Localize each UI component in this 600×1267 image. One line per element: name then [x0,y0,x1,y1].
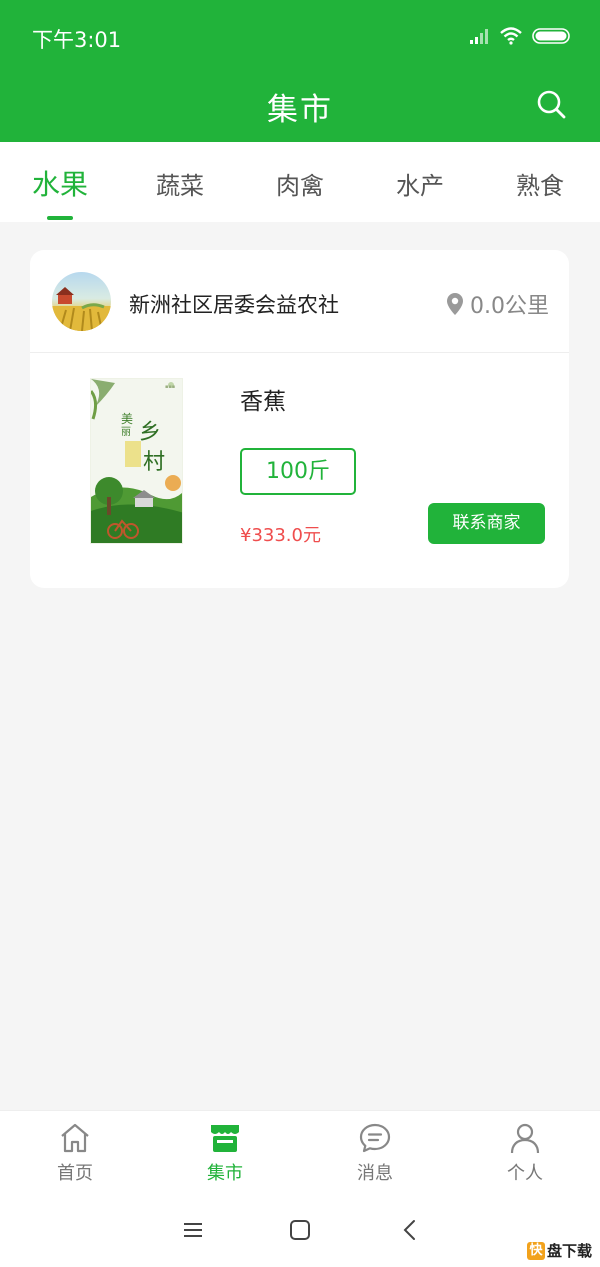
nav-profile[interactable]: 个人 [450,1121,600,1185]
product-name: 香蕉 [240,389,286,415]
person-icon [510,1123,540,1154]
search-icon[interactable] [536,89,566,119]
nav-market[interactable]: 集市 [150,1121,300,1185]
market-icon [211,1125,239,1152]
shop-avatar [52,272,111,331]
poster-title-cun: 村 [143,450,165,475]
nav-profile-label: 个人 [507,1163,543,1184]
listing-card[interactable]: 新洲社区居委会益农社 0.0公里 ▪▪▪ 美 丽 乡 村 香蕉 100斤 ¥33… [30,250,569,588]
beautiful-village-poster: ▪▪▪ 美 丽 乡 村 [91,379,182,543]
system-nav-bar: 快 盘下载 [0,1194,600,1267]
bottom-nav: 首页 集市 消息 个人 [0,1110,600,1194]
wifi-icon [500,27,522,45]
contact-merchant-button[interactable]: 联系商家 [428,503,545,544]
status-time: 下午3:01 [32,28,122,52]
watermark-text: 盘下载 [546,1242,592,1260]
home-button-icon[interactable] [286,1216,314,1244]
svg-text:▪▪▪: ▪▪▪ [165,384,175,390]
location-pin-icon [447,293,463,315]
poster-title-mei: 美 [121,412,133,426]
poster-title-xiang: 乡 [139,420,161,445]
watermark-logo: 快 盘下载 [526,1240,592,1261]
product-price: ¥333.0元 [240,525,321,546]
category-tabs: 水果 蔬菜 肉禽 水产 熟食 [0,142,600,222]
status-bar: 下午3:01 [0,0,600,72]
quantity-badge: 100斤 [240,448,356,495]
shop-header[interactable]: 新洲社区居委会益农社 0.0公里 [30,250,569,353]
product-image[interactable]: ▪▪▪ 美 丽 乡 村 [90,378,183,544]
nav-market-label: 集市 [207,1163,243,1184]
poster-title-li: 丽 [121,427,131,438]
distance-info: 0.0公里 [446,288,549,320]
distance-value: 0.0公里 [470,294,549,319]
app-header: 下午3:01 集市 [0,0,600,142]
nav-home[interactable]: 首页 [0,1121,150,1185]
active-tab-indicator [47,216,73,220]
signal-icon [470,29,488,44]
tab-vegetables[interactable]: 蔬菜 [120,166,240,201]
home-icon [61,1123,89,1153]
message-icon [359,1123,391,1153]
nav-home-label: 首页 [57,1163,93,1184]
shop-name: 新洲社区居委会益农社 [129,293,339,317]
watermark-mark: 快 [526,1241,545,1260]
status-icons [470,24,572,48]
back-icon[interactable] [396,1216,424,1244]
tab-meat-poultry[interactable]: 肉禽 [240,166,360,201]
tab-cooked-food[interactable]: 熟食 [480,166,600,201]
battery-icon [532,28,570,44]
nav-messages-label: 消息 [357,1163,393,1184]
tab-fruit[interactable]: 水果 [0,163,120,203]
page-title: 集市 [267,92,333,128]
farm-scene-image [52,287,111,331]
tab-aquatic[interactable]: 水产 [360,166,480,201]
menu-icon[interactable] [179,1216,207,1244]
nav-messages[interactable]: 消息 [300,1121,450,1185]
